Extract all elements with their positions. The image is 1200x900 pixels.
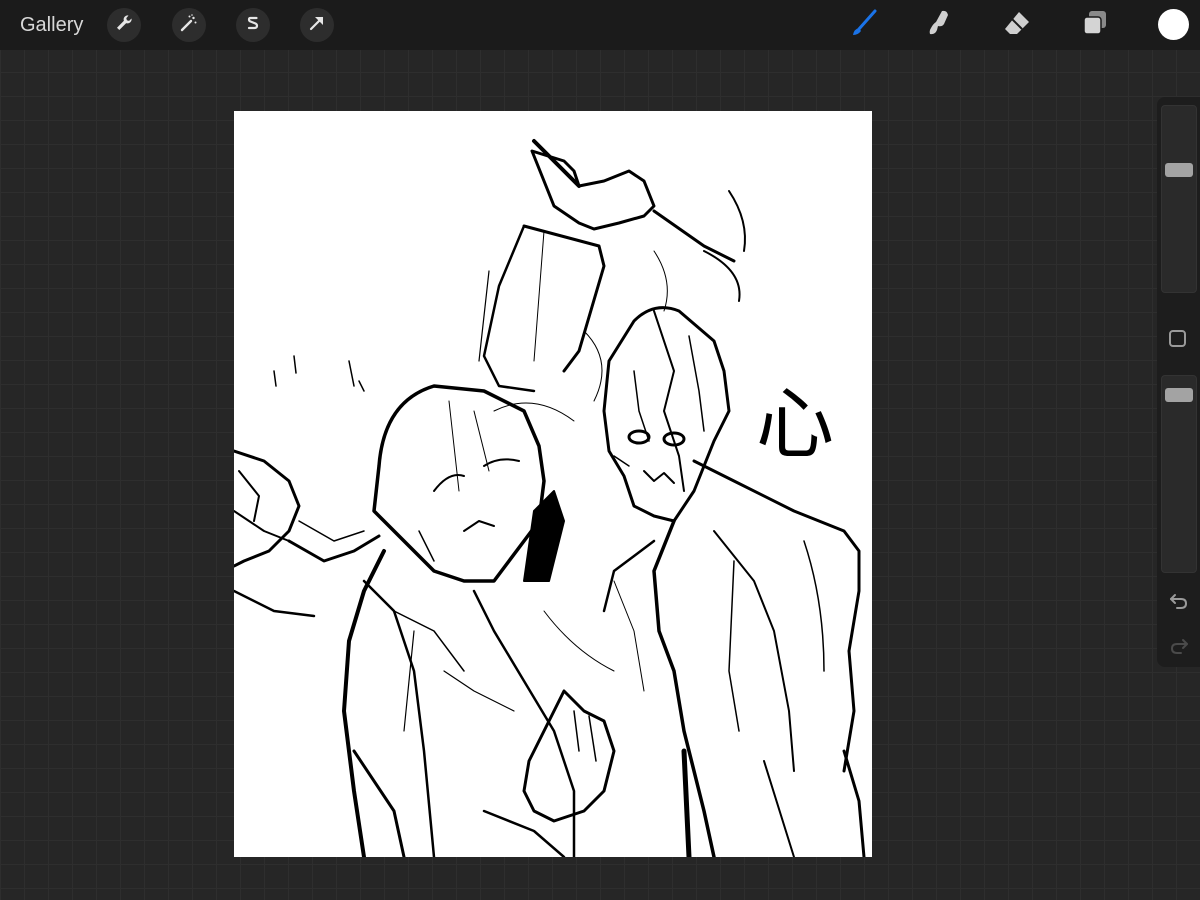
top-toolbar: Gallery: [0, 0, 1200, 50]
smudge-tool[interactable]: [920, 6, 958, 44]
selection-s-icon: [243, 13, 263, 38]
smudge-icon: [923, 7, 955, 44]
color-picker-button[interactable]: [1158, 9, 1189, 40]
layers-icon: [1079, 7, 1111, 44]
eraser-icon: [1001, 7, 1033, 44]
eraser-tool[interactable]: [998, 6, 1036, 44]
magic-wand-icon: [179, 13, 199, 38]
wrench-icon: [114, 13, 134, 38]
opacity-slider[interactable]: [1161, 375, 1197, 573]
layers-tool[interactable]: [1076, 6, 1114, 44]
sketch-artwork: 心: [234, 139, 866, 857]
brush-icon: [847, 7, 879, 44]
undo-icon: [1169, 592, 1189, 615]
modify-button[interactable]: [1169, 330, 1186, 347]
brush-size-slider[interactable]: [1161, 105, 1197, 293]
redo-button[interactable]: [1166, 637, 1192, 659]
gallery-button[interactable]: Gallery: [20, 12, 83, 38]
svg-text:心: 心: [756, 380, 834, 470]
opacity-thumb[interactable]: [1165, 388, 1193, 402]
undo-button[interactable]: [1166, 592, 1192, 614]
drawing-canvas[interactable]: 心: [234, 111, 872, 857]
sidebar-panel: [1157, 97, 1200, 667]
actions-button[interactable]: [107, 8, 141, 42]
transform-arrow-icon: [307, 13, 327, 38]
brush-size-thumb[interactable]: [1165, 163, 1193, 177]
adjustments-button[interactable]: [172, 8, 206, 42]
transform-button[interactable]: [300, 8, 334, 42]
redo-icon: [1169, 637, 1189, 660]
selection-button[interactable]: [236, 8, 270, 42]
brush-tool[interactable]: [844, 6, 882, 44]
